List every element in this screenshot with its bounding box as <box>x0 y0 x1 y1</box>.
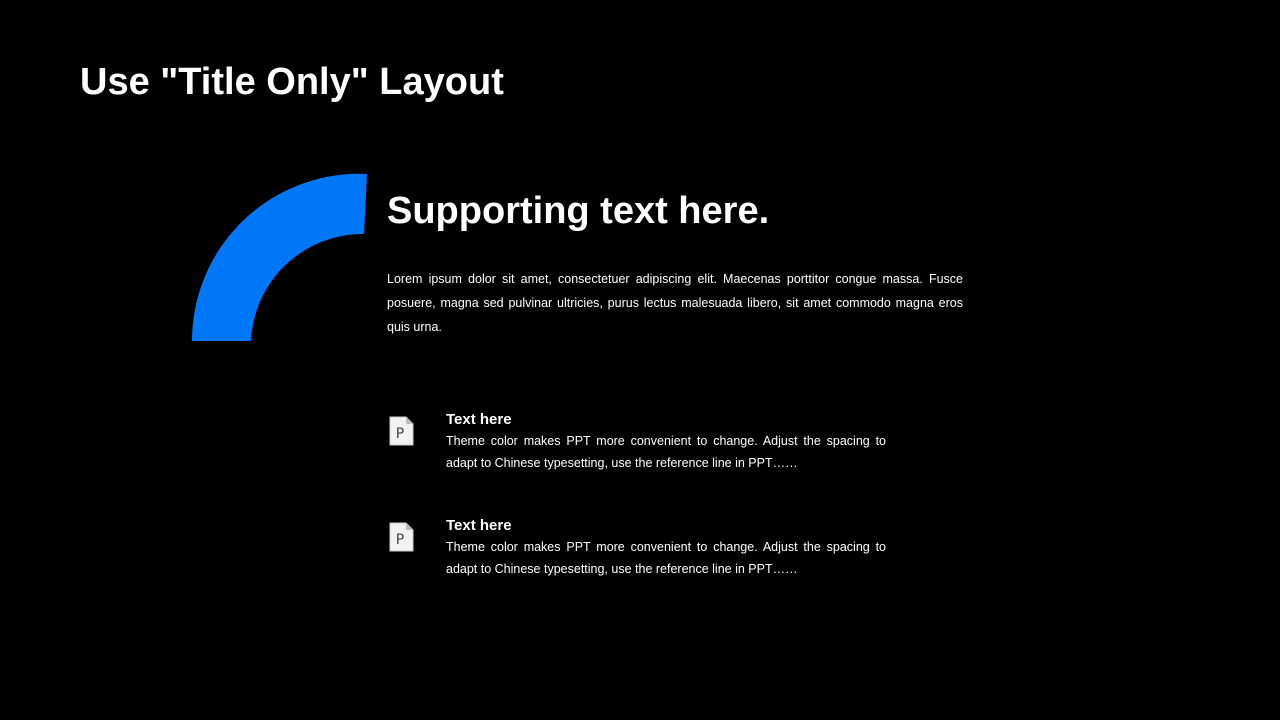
document-p-icon: P <box>389 416 414 446</box>
slide: Use "Title Only" Layout Supporting text … <box>0 0 1280 720</box>
body-paragraph: Lorem ipsum dolor sit amet, consectetuer… <box>387 272 963 334</box>
quarter-arc-fill <box>191 173 367 341</box>
feature-title: Text here <box>446 411 512 428</box>
svg-text:P: P <box>396 532 404 548</box>
quarter-arc-shape <box>191 173 367 341</box>
document-p-icon: P <box>389 522 414 552</box>
feature-description: Theme color makes PPT more convenient to… <box>446 540 886 576</box>
slide-title: Use "Title Only" Layout <box>80 61 504 103</box>
svg-text:P: P <box>396 426 404 442</box>
supporting-heading: Supporting text here. <box>387 190 770 232</box>
feature-description: Theme color makes PPT more convenient to… <box>446 434 886 470</box>
feature-title: Text here <box>446 517 512 534</box>
